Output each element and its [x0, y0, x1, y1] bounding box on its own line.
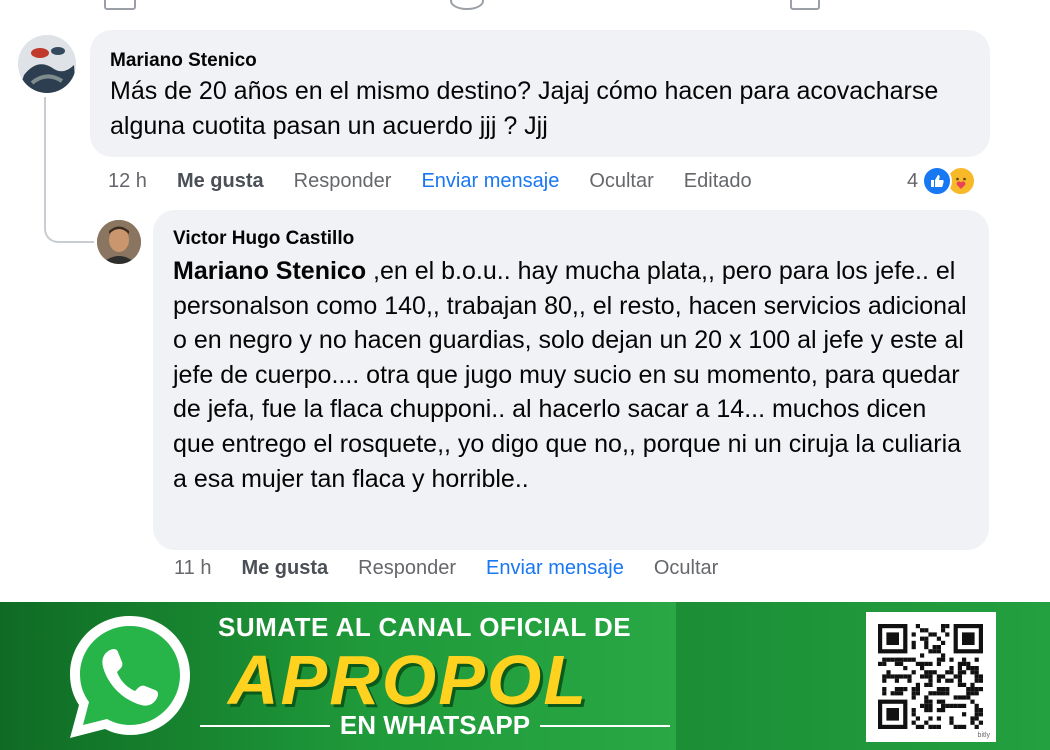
banner-brand: APROPOL	[228, 641, 589, 719]
send-message-button[interactable]: Enviar mensaje	[486, 557, 624, 580]
comment-author[interactable]: Mariano Stenico	[110, 50, 257, 72]
comment-bubble: Victor Hugo Castillo Mariano Stenico ,en…	[153, 210, 989, 550]
comment-time[interactable]: 12 h	[108, 170, 147, 193]
avatar-photo	[97, 220, 141, 264]
reply-button[interactable]: Responder	[294, 170, 392, 193]
reaction-summary[interactable]: 4	[907, 166, 977, 196]
avatar[interactable]	[18, 35, 76, 93]
reply-button[interactable]: Responder	[358, 557, 456, 580]
banner-subtitle-text: EN WHATSAPP	[339, 710, 531, 740]
qr-label: bitly	[977, 732, 990, 739]
whatsapp-logo-icon	[70, 616, 190, 738]
comment-actions: 12 h Me gusta Responder Enviar mensaje O…	[108, 167, 782, 195]
like-button[interactable]: Me gusta	[177, 170, 264, 193]
comment-actions: 11 h Me gusta Responder Enviar mensaje O…	[174, 554, 748, 582]
avatar[interactable]	[97, 220, 141, 264]
reaction-count: 4	[907, 169, 919, 192]
comment-text: Mariano Stenico ,en el b.o.u.. hay mucha…	[173, 254, 973, 496]
like-button[interactable]: Me gusta	[241, 557, 328, 580]
comment-text: Más de 20 años en el mismo destino? Jaja…	[110, 77, 939, 140]
comment-bubble: Mariano Stenico Más de 20 años en el mis…	[90, 30, 990, 157]
qr-code[interactable]: bitly	[866, 612, 996, 742]
divider	[200, 724, 330, 727]
hide-button[interactable]: Ocultar	[654, 557, 718, 580]
hide-button[interactable]: Ocultar	[589, 170, 653, 193]
banner-subtitle: EN WHATSAPP	[200, 710, 671, 741]
partial-icon	[790, 0, 820, 10]
banner-title: SUMATE AL CANAL OFICIAL DE	[218, 612, 632, 642]
qr-code-pattern	[878, 624, 983, 729]
comment-time[interactable]: 11 h	[174, 557, 211, 580]
like-icon	[922, 166, 953, 196]
top-action-icons-strip	[0, 0, 1050, 12]
comment-body: ,en el b.o.u.. hay mucha plata,, pero pa…	[173, 257, 967, 493]
avatar-photo	[18, 35, 76, 93]
partial-icon	[104, 0, 136, 10]
send-message-button[interactable]: Enviar mensaje	[421, 170, 559, 193]
divider	[540, 724, 671, 727]
comment-author[interactable]: Victor Hugo Castillo	[173, 228, 354, 250]
edited-label[interactable]: Editado	[684, 170, 752, 193]
partial-icon	[450, 0, 484, 10]
reply-thread-connector	[44, 97, 94, 243]
mention-link[interactable]: Mariano Stenico	[173, 257, 366, 285]
